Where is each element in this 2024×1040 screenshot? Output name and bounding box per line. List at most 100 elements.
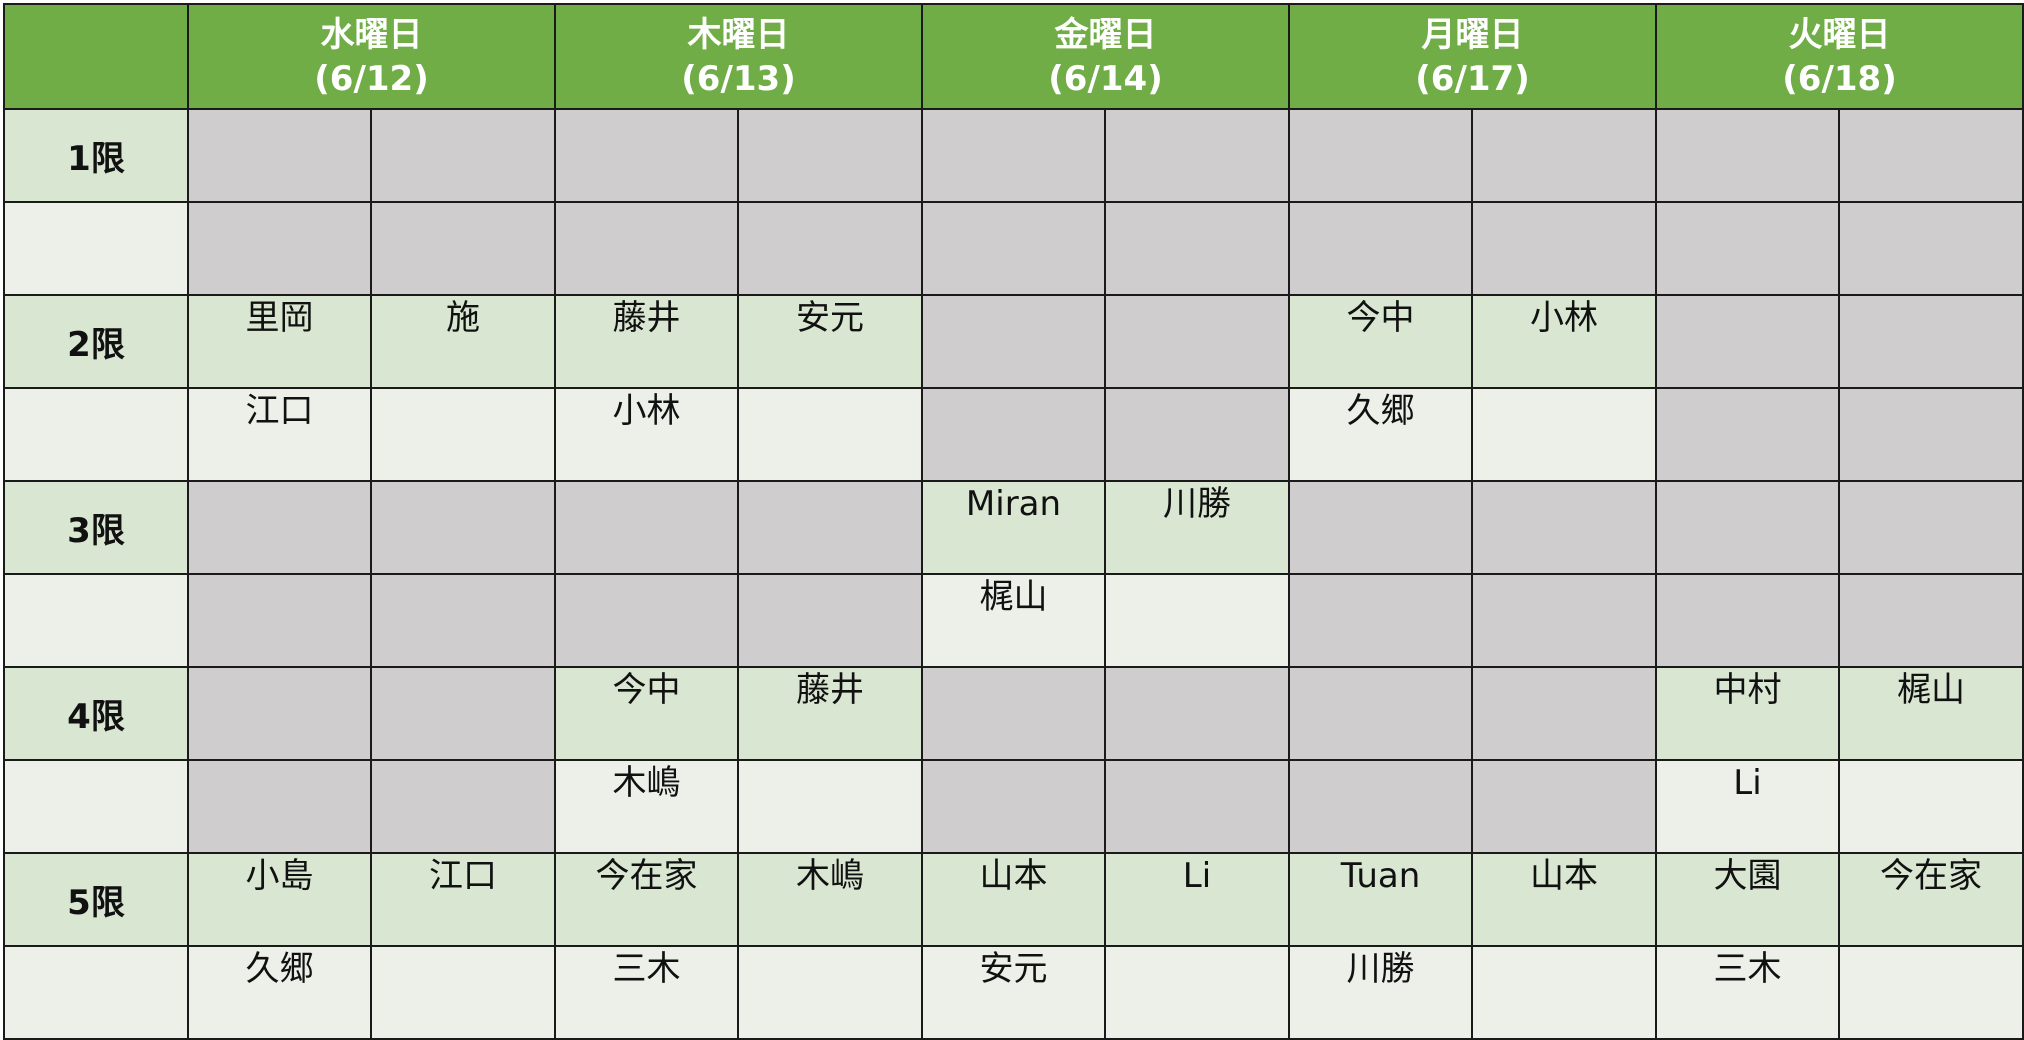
day-date: (6/18) <box>1782 58 1897 99</box>
day-date: (6/14) <box>1048 58 1163 99</box>
unavailable-slot <box>554 573 739 668</box>
schedule-slot <box>1104 573 1290 668</box>
day-header: 月曜日 (6/17) <box>1288 3 1657 110</box>
schedule-slot: 小林 <box>1471 294 1657 389</box>
unavailable-slot <box>370 480 556 575</box>
schedule-slot: 江口 <box>187 387 372 482</box>
unavailable-slot <box>737 480 923 575</box>
unavailable-slot <box>1288 201 1473 296</box>
unavailable-slot <box>1288 666 1473 761</box>
day-date: (6/17) <box>1415 58 1530 99</box>
schedule-slot: 今在家 <box>1838 852 2024 947</box>
unavailable-slot <box>1838 387 2024 482</box>
schedule-slot: 川勝 <box>1104 480 1290 575</box>
schedule-slot: 安元 <box>921 945 1106 1040</box>
schedule-slot: 木嶋 <box>737 852 923 947</box>
schedule-slot <box>1104 945 1290 1040</box>
period-row: 5限 小島 江口 今在家 木嶋 山本 Li Tuan 山本 大園 今在家 <box>3 852 2024 947</box>
schedule-slot <box>370 945 556 1040</box>
period-row: 梶山 <box>3 573 2024 668</box>
unavailable-slot <box>554 108 739 203</box>
unavailable-slot <box>187 573 372 668</box>
unavailable-slot <box>1655 294 1840 389</box>
schedule-slot <box>1838 759 2024 854</box>
day-name: 火曜日 <box>1788 14 1891 55</box>
schedule-slot: 安元 <box>737 294 923 389</box>
period-label: 5限 <box>3 852 189 947</box>
unavailable-slot <box>1471 573 1657 668</box>
header-row: 水曜日 (6/12) 木曜日 (6/13) 金曜日 (6/14) 月曜日 (6/… <box>3 3 2024 110</box>
period-label: 2限 <box>3 294 189 389</box>
unavailable-slot <box>370 759 556 854</box>
day-name: 木曜日 <box>687 14 790 55</box>
day-date: (6/13) <box>681 58 796 99</box>
unavailable-slot <box>1655 108 1840 203</box>
unavailable-slot <box>370 573 556 668</box>
unavailable-slot <box>921 108 1106 203</box>
unavailable-slot <box>187 108 372 203</box>
unavailable-slot <box>737 573 923 668</box>
schedule-slot: 梶山 <box>1838 666 2024 761</box>
unavailable-slot <box>1838 294 2024 389</box>
unavailable-slot <box>737 201 923 296</box>
schedule-slot: 江口 <box>370 852 556 947</box>
period-label-blank <box>3 387 189 482</box>
unavailable-slot <box>370 108 556 203</box>
unavailable-slot <box>554 201 739 296</box>
unavailable-slot <box>1104 108 1290 203</box>
day-header: 金曜日 (6/14) <box>921 3 1290 110</box>
schedule-slot <box>737 759 923 854</box>
day-header: 木曜日 (6/13) <box>554 3 923 110</box>
unavailable-slot <box>187 666 372 761</box>
unavailable-slot <box>1104 294 1290 389</box>
period-label-blank <box>3 945 189 1040</box>
unavailable-slot <box>1471 108 1657 203</box>
schedule-slot: 山本 <box>1471 852 1657 947</box>
unavailable-slot <box>1838 108 2024 203</box>
day-name: 水曜日 <box>320 14 423 55</box>
period-row <box>3 201 2024 296</box>
period-label-blank <box>3 573 189 668</box>
unavailable-slot <box>370 666 556 761</box>
unavailable-slot <box>921 759 1106 854</box>
unavailable-slot <box>1288 759 1473 854</box>
period-label-blank <box>3 759 189 854</box>
unavailable-slot <box>1104 201 1290 296</box>
unavailable-slot <box>1838 480 2024 575</box>
unavailable-slot <box>370 201 556 296</box>
unavailable-slot <box>1471 759 1657 854</box>
day-header: 水曜日 (6/12) <box>187 3 556 110</box>
period-label: 1限 <box>3 108 189 203</box>
schedule-slot: 山本 <box>921 852 1106 947</box>
unavailable-slot <box>1838 201 2024 296</box>
schedule-slot <box>737 387 923 482</box>
schedule-slot: 今中 <box>554 666 739 761</box>
schedule-slot <box>1471 945 1657 1040</box>
day-name: 金曜日 <box>1054 14 1157 55</box>
schedule-slot: 久郷 <box>1288 387 1473 482</box>
schedule-slot: Miran <box>921 480 1106 575</box>
unavailable-slot <box>921 666 1106 761</box>
unavailable-slot <box>1471 201 1657 296</box>
schedule-slot: 三木 <box>1655 945 1840 1040</box>
schedule-slot: 三木 <box>554 945 739 1040</box>
schedule-slot: Li <box>1655 759 1840 854</box>
day-name: 月曜日 <box>1421 14 1524 55</box>
period-row: 久郷 三木 安元 川勝 三木 <box>3 945 2024 1040</box>
unavailable-slot <box>1838 573 2024 668</box>
unavailable-slot <box>1655 387 1840 482</box>
unavailable-slot <box>187 480 372 575</box>
schedule-slot: 梶山 <box>921 573 1106 668</box>
unavailable-slot <box>921 387 1106 482</box>
schedule-slot: 今在家 <box>554 852 739 947</box>
schedule-body: 1限 2限 里岡施藤井 安元 今中 小林 江口 小林 久郷 3限 Miran 川勝 梶山 4限 今中 藤井 中村… <box>3 108 2024 1040</box>
period-row: 1限 <box>3 108 2024 203</box>
schedule-slot: Tuan <box>1288 852 1473 947</box>
unavailable-slot <box>1104 666 1290 761</box>
schedule-slot: 中村 <box>1655 666 1840 761</box>
period-label: 4限 <box>3 666 189 761</box>
unavailable-slot <box>187 201 372 296</box>
schedule-slot <box>737 945 923 1040</box>
schedule-table: 水曜日 (6/12) 木曜日 (6/13) 金曜日 (6/14) 月曜日 (6/… <box>3 3 2024 1040</box>
unavailable-slot <box>554 480 739 575</box>
